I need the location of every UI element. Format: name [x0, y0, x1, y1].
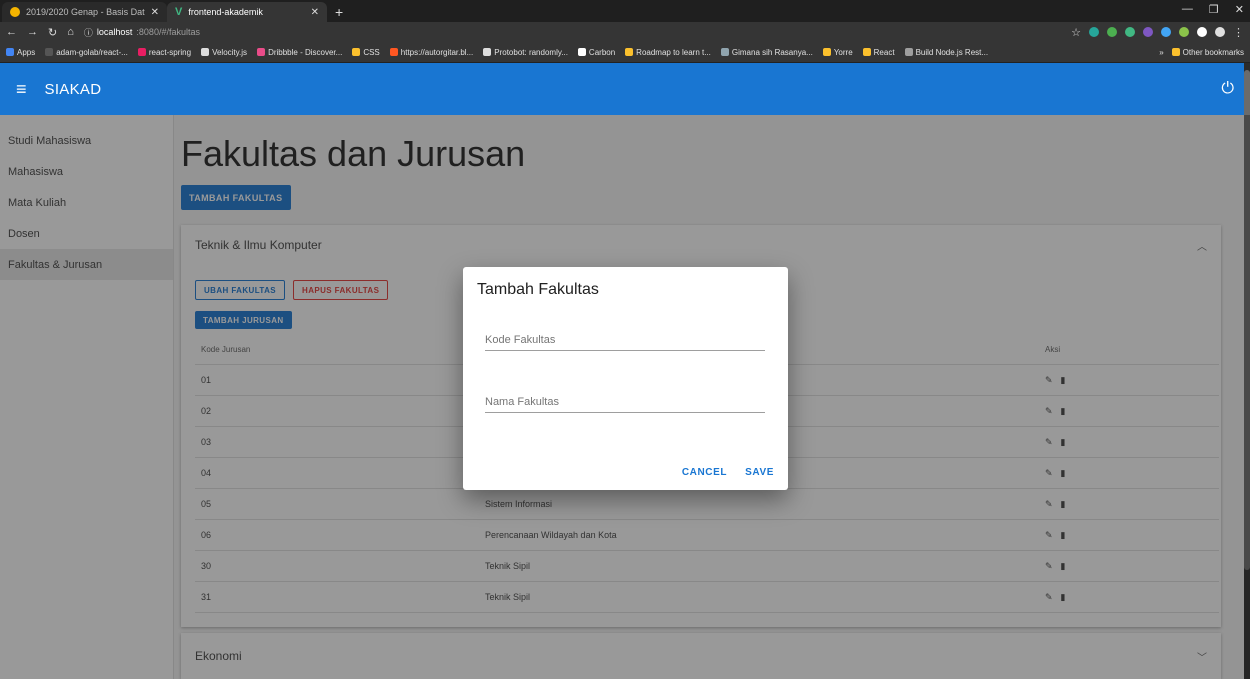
bookmark-item[interactable]: CSS	[352, 48, 380, 57]
bookmarks-bar: Apps adam-golab/react-... react-spring V…	[0, 42, 1250, 63]
nama-fakultas-field	[485, 391, 765, 413]
vue-devtools-icon[interactable]	[1125, 27, 1135, 37]
star-icon[interactable]: ☆	[1071, 26, 1081, 39]
restore-icon[interactable]: ❐	[1209, 3, 1219, 16]
browser-tab-title: 2019/2020 Genap - Basis Data 2	[26, 7, 145, 17]
app-header: ≡ SIAKAD ⏻	[0, 63, 1250, 115]
extension-icon[interactable]	[1107, 27, 1117, 37]
browser-tab-active[interactable]: V frontend-akademik ✕	[167, 2, 327, 22]
bookmark-favicon-icon	[137, 48, 146, 56]
url-field[interactable]: ⓘ localhost:8080/#/fakultas	[84, 26, 200, 39]
extensions: ☆ ⋮	[1071, 26, 1244, 39]
bookmark-item[interactable]: Roadmap to learn t...	[625, 48, 711, 57]
bookmark-apps[interactable]: Apps	[6, 48, 35, 57]
power-icon[interactable]: ⏻	[1221, 80, 1234, 98]
dialog-title: Tambah Fakultas	[477, 281, 599, 298]
close-tab-icon[interactable]: ✕	[311, 7, 319, 18]
close-tab-icon[interactable]: ✕	[151, 7, 159, 18]
browser-tab[interactable]: 2019/2020 Genap - Basis Data 2 ✕	[2, 2, 167, 22]
menu-dots-icon[interactable]: ⋮	[1233, 26, 1244, 39]
bookmark-item[interactable]: Dribbble - Discover...	[257, 48, 342, 57]
bookmark-item[interactable]: Yorre	[822, 48, 853, 57]
extension-icon[interactable]	[1143, 27, 1153, 37]
window-controls: — ❐ ✕	[1182, 3, 1244, 16]
dialog-actions: CANCEL SAVE	[682, 467, 774, 478]
kode-fakultas-input[interactable]	[485, 329, 765, 350]
carbon-icon	[577, 48, 586, 56]
globe-icon	[201, 48, 210, 56]
forward-icon[interactable]: →	[27, 26, 38, 38]
dribbble-icon	[257, 48, 266, 56]
bookmark-item[interactable]: Velocity.js	[201, 48, 247, 57]
bookmark-item[interactable]: Gimana sih Rasanya...	[720, 48, 813, 57]
nama-fakultas-input[interactable]	[485, 391, 765, 412]
new-tab-icon[interactable]: +	[327, 2, 351, 22]
extension-icon[interactable]	[1197, 27, 1207, 37]
extension-icon[interactable]	[1161, 27, 1171, 37]
bookmark-item[interactable]: Protobot: randomly...	[483, 48, 568, 57]
extension-icon[interactable]	[1179, 27, 1189, 37]
other-bookmarks[interactable]: Other bookmarks	[1171, 48, 1244, 57]
reload-icon[interactable]: ↻	[48, 26, 57, 39]
roadmap-icon	[625, 48, 634, 56]
blogger-icon	[389, 48, 398, 56]
github-icon	[45, 48, 54, 56]
app-brand: SIAKAD	[44, 80, 102, 98]
more-bookmarks-icon[interactable]: »	[1159, 48, 1163, 57]
bookmarks-right: » Other bookmarks	[1159, 48, 1244, 57]
globe-icon	[483, 48, 492, 56]
info-icon: ⓘ	[83, 27, 93, 38]
back-icon[interactable]: ←	[6, 26, 17, 38]
hamburger-menu-icon[interactable]: ≡	[16, 79, 27, 100]
browser-tab-title: frontend-akademik	[188, 7, 263, 17]
browser-tab-bar: 2019/2020 Genap - Basis Data 2 ✕ V front…	[0, 0, 1250, 22]
url-path: :8080/#/fakultas	[136, 27, 200, 37]
bookmark-item[interactable]: React	[862, 48, 895, 57]
vue-favicon-icon: V	[175, 6, 183, 18]
url-host: localhost	[96, 27, 133, 37]
apps-grid-icon	[6, 48, 14, 56]
minimize-icon[interactable]: —	[1182, 3, 1193, 16]
bookmark-item[interactable]: Carbon	[577, 48, 615, 57]
profile-avatar-icon[interactable]	[1215, 27, 1225, 37]
tambah-fakultas-dialog: Tambah Fakultas CANCEL SAVE	[463, 267, 788, 490]
bookmark-item[interactable]: react-spring	[137, 48, 191, 57]
bookmark-favicon-icon	[720, 48, 729, 56]
home-icon[interactable]: ⌂	[67, 26, 74, 38]
folder-icon	[352, 48, 361, 56]
code-icon	[904, 48, 913, 56]
folder-icon	[822, 48, 831, 56]
kode-fakultas-field	[485, 329, 765, 351]
cancel-button[interactable]: CANCEL	[682, 467, 727, 478]
address-bar: ← → ↻ ⌂ ⓘ localhost:8080/#/fakultas ☆ ⋮	[0, 22, 1250, 42]
bookmark-item[interactable]: Build Node.js Rest...	[904, 48, 988, 57]
close-window-icon[interactable]: ✕	[1235, 3, 1244, 16]
save-button[interactable]: SAVE	[745, 467, 774, 478]
bookmark-item[interactable]: adam-golab/react-...	[45, 48, 128, 57]
folder-icon	[1171, 48, 1180, 56]
extension-icon[interactable]	[1089, 27, 1099, 37]
bookmark-item[interactable]: https://autorgitar.bl...	[389, 48, 473, 57]
folder-icon	[862, 48, 871, 56]
moodle-favicon-icon	[10, 7, 20, 17]
